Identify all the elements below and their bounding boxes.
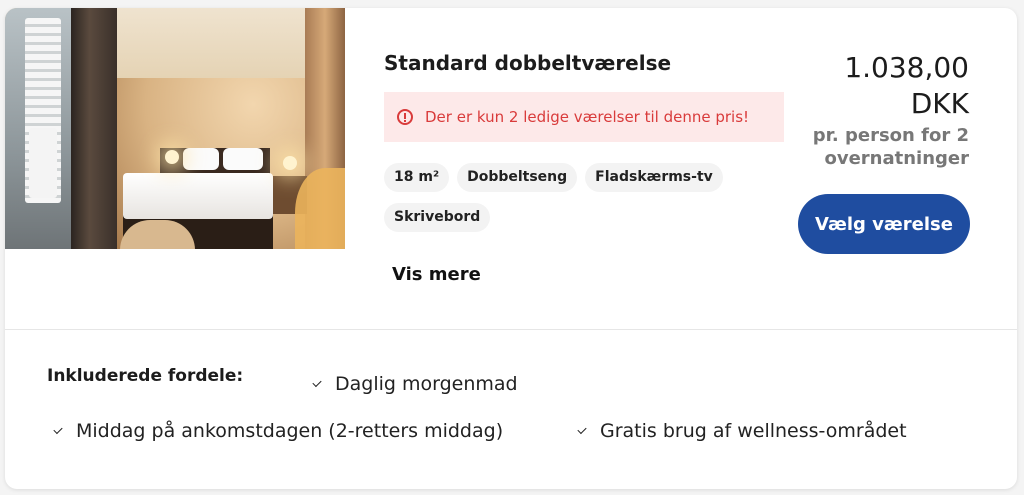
room-title: Standard dobbeltværelse [384,51,672,75]
price-amount: 1.038,00 [844,51,969,84]
feature-chip: 18 m² [384,163,450,192]
feature-chip: Dobbeltseng [457,163,578,192]
availability-alert: Der er kun 2 ledige værelser til denne p… [384,92,784,142]
room-card: Standard dobbeltværelse Der er kun 2 led… [5,8,1017,489]
alert-circle-icon [397,109,413,125]
room-photo[interactable] [5,8,345,249]
check-icon [577,424,587,434]
benefit-item: Daglig morgenmad [312,373,518,395]
price-block: 1.038,00 DKK [844,50,969,122]
benefit-text: Middag på ankomstdagen (2-retters middag… [76,420,504,442]
price-currency: DKK [910,87,969,120]
benefits-label: Inkluderede fordele: [47,366,244,386]
check-icon [53,424,63,434]
benefit-item: Gratis brug af wellness-området [577,420,907,442]
benefit-text: Gratis brug af wellness-området [600,420,907,442]
check-icon [312,377,322,387]
room-card-top: Standard dobbeltværelse Der er kun 2 led… [5,8,1017,330]
price-note: pr. person for 2 overnatninger [812,125,969,169]
alert-text: Der er kun 2 ledige værelser til denne p… [425,108,750,126]
benefit-item: Middag på ankomstdagen (2-retters middag… [53,420,504,442]
feature-chip: Skrivebord [384,203,491,232]
feature-chips: 18 m² Dobbeltseng Fladskærms-tv Skrivebo… [384,163,784,232]
benefit-text: Daglig morgenmad [335,373,518,395]
benefits-section [5,330,1017,489]
feature-chip: Fladskærms-tv [585,163,723,192]
show-more-button[interactable]: Vis mere [392,264,481,285]
select-room-button[interactable]: Vælg værelse [798,194,970,254]
